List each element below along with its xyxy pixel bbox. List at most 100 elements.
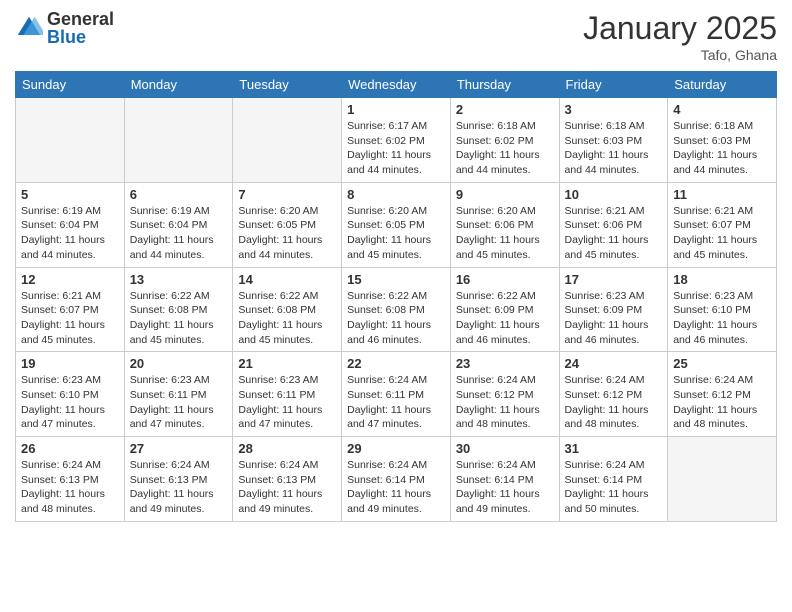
- day-number: 28: [238, 441, 336, 456]
- day-number: 11: [673, 187, 771, 202]
- day-info: Sunrise: 6:24 AMSunset: 6:14 PMDaylight:…: [347, 458, 445, 517]
- day-number: 20: [130, 356, 228, 371]
- calendar-cell: 3 Sunrise: 6:18 AMSunset: 6:03 PMDaylight…: [559, 98, 668, 183]
- calendar-cell: 5 Sunrise: 6:19 AMSunset: 6:04 PMDaylight…: [16, 182, 125, 267]
- calendar-cell: 20 Sunrise: 6:23 AMSunset: 6:11 PMDayligh…: [124, 352, 233, 437]
- day-number: 29: [347, 441, 445, 456]
- header-row: Sunday Monday Tuesday Wednesday Thursday…: [16, 72, 777, 98]
- day-number: 15: [347, 272, 445, 287]
- title-section: January 2025 Tafo, Ghana: [583, 10, 777, 63]
- day-info: Sunrise: 6:24 AMSunset: 6:12 PMDaylight:…: [673, 373, 771, 432]
- day-number: 1: [347, 102, 445, 117]
- day-number: 19: [21, 356, 119, 371]
- calendar-cell: 31Sunrise: 6:24 AMSunset: 6:14 PMDayligh…: [559, 437, 668, 522]
- day-info: Sunrise: 6:24 AMSunset: 6:14 PMDaylight:…: [456, 458, 554, 517]
- day-info: Sunrise: 6:19 AMSunset: 6:04 PMDaylight:…: [130, 204, 228, 263]
- calendar-cell: 1 Sunrise: 6:17 AMSunset: 6:02 PMDaylight…: [342, 98, 451, 183]
- calendar-cell: 10 Sunrise: 6:21 AMSunset: 6:06 PMDayligh…: [559, 182, 668, 267]
- calendar-cell: 27 Sunrise: 6:24 AMSunset: 6:13 PMDayligh…: [124, 437, 233, 522]
- calendar-cell: 24Sunrise: 6:24 AMSunset: 6:12 PMDayligh…: [559, 352, 668, 437]
- day-info: Sunrise: 6:22 AMSunset: 6:08 PMDaylight:…: [130, 289, 228, 348]
- day-number: 7: [238, 187, 336, 202]
- header: General Blue January 2025 Tafo, Ghana: [15, 10, 777, 63]
- day-info: Sunrise: 6:23 AMSunset: 6:09 PMDaylight:…: [565, 289, 663, 348]
- day-info: Sunrise: 6:20 AMSunset: 6:05 PMDaylight:…: [347, 204, 445, 263]
- day-info: Sunrise: 6:18 AMSunset: 6:03 PMDaylight:…: [565, 119, 663, 178]
- logo-icon: [15, 14, 43, 42]
- day-info: Sunrise: 6:21 AMSunset: 6:06 PMDaylight:…: [565, 204, 663, 263]
- day-info: Sunrise: 6:22 AMSunset: 6:08 PMDaylight:…: [238, 289, 336, 348]
- logo-blue: Blue: [47, 28, 114, 46]
- calendar-cell: 21Sunrise: 6:23 AMSunset: 6:11 PMDayligh…: [233, 352, 342, 437]
- calendar-cell: 16Sunrise: 6:22 AMSunset: 6:09 PMDayligh…: [450, 267, 559, 352]
- day-info: Sunrise: 6:23 AMSunset: 6:10 PMDaylight:…: [673, 289, 771, 348]
- day-info: Sunrise: 6:24 AMSunset: 6:11 PMDaylight:…: [347, 373, 445, 432]
- day-info: Sunrise: 6:24 AMSunset: 6:12 PMDaylight:…: [456, 373, 554, 432]
- calendar-cell: 4Sunrise: 6:18 AMSunset: 6:03 PMDaylight…: [668, 98, 777, 183]
- calendar-cell: 29 Sunrise: 6:24 AMSunset: 6:14 PMDayligh…: [342, 437, 451, 522]
- day-info: Sunrise: 6:18 AMSunset: 6:03 PMDaylight:…: [673, 119, 771, 178]
- calendar-cell: 19 Sunrise: 6:23 AMSunset: 6:10 PMDayligh…: [16, 352, 125, 437]
- logo-general: General: [47, 10, 114, 28]
- day-info: Sunrise: 6:24 AMSunset: 6:13 PMDaylight:…: [21, 458, 119, 517]
- calendar-cell: 14Sunrise: 6:22 AMSunset: 6:08 PMDayligh…: [233, 267, 342, 352]
- day-number: 17: [565, 272, 663, 287]
- calendar-cell: 26 Sunrise: 6:24 AMSunset: 6:13 PMDayligh…: [16, 437, 125, 522]
- day-number: 18: [673, 272, 771, 287]
- page: General Blue January 2025 Tafo, Ghana Su…: [0, 0, 792, 612]
- day-number: 13: [130, 272, 228, 287]
- day-info: Sunrise: 6:18 AMSunset: 6:02 PMDaylight:…: [456, 119, 554, 178]
- calendar-week-4: 26 Sunrise: 6:24 AMSunset: 6:13 PMDayligh…: [16, 437, 777, 522]
- calendar-cell: 13 Sunrise: 6:22 AMSunset: 6:08 PMDayligh…: [124, 267, 233, 352]
- day-info: Sunrise: 6:17 AMSunset: 6:02 PMDaylight:…: [347, 119, 445, 178]
- day-number: 21: [238, 356, 336, 371]
- calendar-cell: 25Sunrise: 6:24 AMSunset: 6:12 PMDayligh…: [668, 352, 777, 437]
- day-info: Sunrise: 6:20 AMSunset: 6:05 PMDaylight:…: [238, 204, 336, 263]
- col-monday: Monday: [124, 72, 233, 98]
- col-sunday: Sunday: [16, 72, 125, 98]
- calendar-cell: 2 Sunrise: 6:18 AMSunset: 6:02 PMDaylight…: [450, 98, 559, 183]
- logo: General Blue: [15, 10, 114, 46]
- day-number: 30: [456, 441, 554, 456]
- day-info: Sunrise: 6:23 AMSunset: 6:10 PMDaylight:…: [21, 373, 119, 432]
- day-number: 22: [347, 356, 445, 371]
- day-number: 3: [565, 102, 663, 117]
- calendar-week-0: 1 Sunrise: 6:17 AMSunset: 6:02 PMDaylight…: [16, 98, 777, 183]
- day-number: 27: [130, 441, 228, 456]
- calendar-cell: 9Sunrise: 6:20 AMSunset: 6:06 PMDaylight…: [450, 182, 559, 267]
- col-wednesday: Wednesday: [342, 72, 451, 98]
- day-number: 24: [565, 356, 663, 371]
- day-info: Sunrise: 6:21 AMSunset: 6:07 PMDaylight:…: [21, 289, 119, 348]
- day-number: 10: [565, 187, 663, 202]
- day-number: 12: [21, 272, 119, 287]
- calendar-week-3: 19 Sunrise: 6:23 AMSunset: 6:10 PMDayligh…: [16, 352, 777, 437]
- calendar-cell: 11Sunrise: 6:21 AMSunset: 6:07 PMDayligh…: [668, 182, 777, 267]
- day-info: Sunrise: 6:24 AMSunset: 6:13 PMDaylight:…: [238, 458, 336, 517]
- day-number: 26: [21, 441, 119, 456]
- day-number: 6: [130, 187, 228, 202]
- day-number: 16: [456, 272, 554, 287]
- day-info: Sunrise: 6:19 AMSunset: 6:04 PMDaylight:…: [21, 204, 119, 263]
- calendar-table: Sunday Monday Tuesday Wednesday Thursday…: [15, 71, 777, 522]
- day-info: Sunrise: 6:24 AMSunset: 6:13 PMDaylight:…: [130, 458, 228, 517]
- calendar-week-1: 5 Sunrise: 6:19 AMSunset: 6:04 PMDaylight…: [16, 182, 777, 267]
- calendar-cell: 30 Sunrise: 6:24 AMSunset: 6:14 PMDayligh…: [450, 437, 559, 522]
- calendar-cell: [233, 98, 342, 183]
- day-number: 8: [347, 187, 445, 202]
- day-number: 5: [21, 187, 119, 202]
- calendar-cell: [668, 437, 777, 522]
- day-info: Sunrise: 6:20 AMSunset: 6:06 PMDaylight:…: [456, 204, 554, 263]
- col-saturday: Saturday: [668, 72, 777, 98]
- col-tuesday: Tuesday: [233, 72, 342, 98]
- month-title: January 2025: [583, 10, 777, 47]
- calendar-cell: 28 Sunrise: 6:24 AMSunset: 6:13 PMDayligh…: [233, 437, 342, 522]
- calendar-cell: 7 Sunrise: 6:20 AMSunset: 6:05 PMDaylight…: [233, 182, 342, 267]
- location: Tafo, Ghana: [583, 47, 777, 63]
- col-thursday: Thursday: [450, 72, 559, 98]
- calendar-cell: [16, 98, 125, 183]
- calendar-cell: [124, 98, 233, 183]
- day-number: 2: [456, 102, 554, 117]
- calendar-cell: 22 Sunrise: 6:24 AMSunset: 6:11 PMDayligh…: [342, 352, 451, 437]
- day-info: Sunrise: 6:23 AMSunset: 6:11 PMDaylight:…: [130, 373, 228, 432]
- day-info: Sunrise: 6:24 AMSunset: 6:14 PMDaylight:…: [565, 458, 663, 517]
